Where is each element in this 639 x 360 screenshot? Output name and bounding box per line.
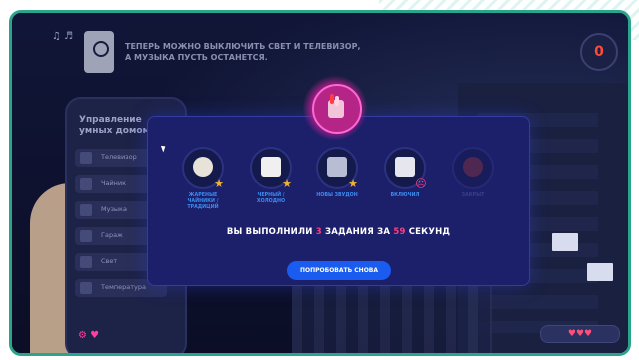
achievement-speaker: ☹ ВКЛЮЧИЛ [383,147,427,199]
thermometer-icon [80,282,92,294]
lit-window [587,263,613,281]
light-icon [80,256,92,268]
achievement-label: НОВЫ ЗВУДОН [316,193,358,198]
achievement-icon-frame: ★ [316,147,358,190]
task-message-line1: ТЕПЕРЬ МОЖНО ВЫКЛЮЧИТЬ СВЕТ И ТЕЛЕВИЗОР, [125,42,361,51]
lit-window [552,233,578,251]
achievement-icon-frame: ☹ [384,147,427,190]
thumbs-down-icon [328,94,344,118]
music-notes-icon: ♫ ♬ [52,31,74,42]
teacup-icon [193,157,213,177]
achievement-icon-frame: ★ [182,147,224,190]
speaker-icon [395,157,415,177]
seconds-count: 59 [393,227,406,237]
tasks-count: 3 [315,227,322,237]
music-icon [80,204,92,216]
task-message-line2: А МУЗЫКА ПУСТЬ ОСТАНЕТСЯ. [125,53,268,62]
figure-icon [463,157,483,177]
achievement-label: ЗАКРЫТ [461,193,485,198]
phone-bottom-icons: ⚙ ♥ [78,330,100,341]
star-icon: ★ [214,177,224,190]
garage-icon [80,230,92,242]
laptop-icon [327,157,347,177]
achievement-label: ЧЕРНЫЙ / ХОЛОДНО [256,193,286,204]
achievement-kettle: ★ ЖАРЕНЫЕ ЧАЙНИКИ / ТРАДИЦИЙ [181,147,225,211]
achievement-calendar: ★ ЧЕРНЫЙ / ХОЛОДНО [249,147,293,205]
timer-counter: 0 [580,33,618,71]
achievement-label: ЖАРЕНЫЕ ЧАЙНИКИ / ТРАДИЦИЙ [187,193,219,210]
achievement-locked: ЗАКРЫТ [451,147,495,199]
star-icon: ★ [282,177,292,190]
achievement-laptop: ★ НОВЫ ЗВУДОН [315,147,359,199]
speaker-icon [84,31,114,73]
achievement-icon-frame: ★ [250,147,292,190]
achievement-icon-frame [452,147,494,189]
tv-icon [80,152,92,164]
calendar-icon [261,157,281,177]
star-icon: ★ [348,177,358,190]
lives-indicator: ♥♥♥ [540,325,620,343]
retry-button[interactable]: ПОПРОБОВАТЬ СНОВА [287,261,391,280]
task-message: ТЕПЕРЬ МОЖНО ВЫКЛЮЧИТЬ СВЕТ И ТЕЛЕВИЗОР,… [125,41,361,63]
hero-badge [312,84,362,134]
screenshot-frame: ♫ ♬ ТЕПЕРЬ МОЖНО ВЫКЛЮЧИТЬ СВЕТ И ТЕЛЕВИ… [0,0,639,360]
result-text: ВЫ ВЫПОЛНИЛИ 3 ЗАДАНИЯ ЗА 59 СЕКУНД [226,227,451,237]
achievement-label: ВКЛЮЧИЛ [390,193,420,198]
street-crosswalk [292,283,492,353]
sad-face-icon: ☹ [415,177,427,190]
kettle-icon [80,178,92,190]
results-dialog: ★ ЖАРЕНЫЕ ЧАЙНИКИ / ТРАДИЦИЙ ★ ЧЕРНЫЙ / … [147,116,530,286]
